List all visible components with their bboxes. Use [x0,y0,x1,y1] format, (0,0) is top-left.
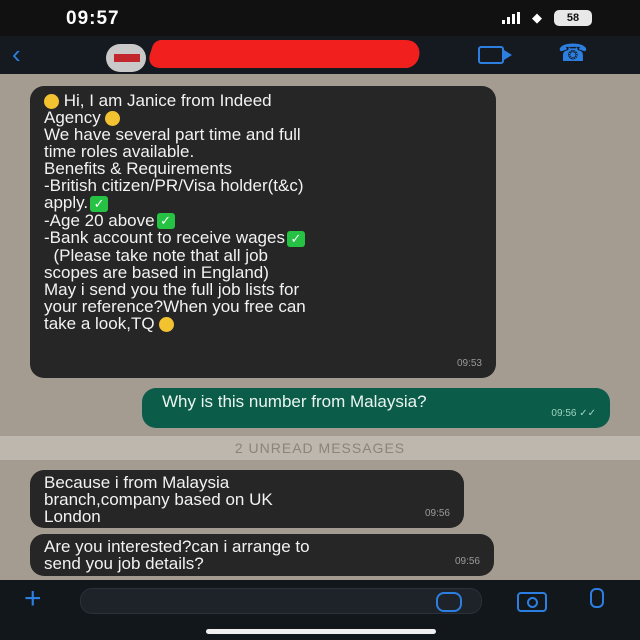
folded-hands-emoji [159,316,175,332]
check-mark-icon: ✓ [286,230,305,247]
smile-emoji [105,111,121,127]
microphone-icon[interactable] [590,588,604,608]
message-input[interactable] [80,588,482,614]
message-text: -Age 20 above [44,210,155,230]
status-icons: ◆ 58 [502,10,592,26]
camera-icon[interactable] [517,592,547,612]
incoming-message[interactable]: Because i from Malaysia branch,company b… [30,470,464,528]
message-text: -Bank account to receive wages [44,228,285,248]
chat-area[interactable]: Hi, I am Janice from Indeed Agency We ha… [0,74,640,580]
check-mark-icon: ✓ [156,213,175,230]
message-timestamp: 09:56 [454,556,480,567]
message-text: London [44,507,101,526]
message-text: Benefits & Requirements [44,159,233,179]
chat-header: ‹ ☎ [0,36,640,74]
unread-messages-banner: 2 UNREAD MESSAGES [0,436,640,460]
message-text: take a look,TQ [44,313,155,333]
incoming-message[interactable]: Are you interested?can i arrange to send… [30,534,494,576]
plus-icon[interactable]: + [24,584,42,614]
message-text: (Please take note that all job [44,245,268,265]
message-timestamp: 09:56 [424,508,450,519]
incoming-message[interactable]: Hi, I am Janice from Indeed Agency We ha… [30,86,496,378]
message-text: time roles available. [44,142,195,162]
battery-icon: 58 [554,10,592,26]
wifi-icon: ◆ [532,10,542,25]
check-mark-icon: ✓ [90,195,109,212]
contact-avatar[interactable] [106,44,146,72]
waving-hand-emoji [44,94,59,110]
message-timestamp: 09:53 [456,358,482,369]
message-text: Because i from Malaysia [44,473,230,492]
message-text: -British citizen/PR/Visa holder(t&c) [44,176,304,196]
status-time: 09:57 [66,8,120,29]
video-call-icon[interactable] [478,46,512,64]
home-indicator[interactable] [206,629,436,634]
back-icon[interactable]: ‹ [12,40,21,68]
message-text: send you job details? [44,554,204,573]
message-text: Why is this number from Malaysia? [162,392,427,411]
message-text: Are you interested?can i arrange to [44,537,310,556]
message-text: May i send you the full job lists for [44,279,300,299]
message-text: We have several part time and full [44,125,301,145]
signal-icon [502,12,520,24]
message-text: branch,company based on UK [44,490,273,509]
message-text: scopes are based in England) [44,262,269,282]
message-text: apply. [44,193,89,213]
message-timestamp: 09:56 ✓✓ [551,408,596,419]
outgoing-message[interactable]: Why is this number from Malaysia? 09:56 … [142,388,610,428]
voice-call-icon[interactable]: ☎ [558,40,588,68]
message-text: your reference?When you free can [44,296,306,316]
sticker-icon[interactable] [436,592,462,612]
status-bar: 09:57 ◆ 58 [0,0,640,36]
read-receipt-icon: ✓✓ [579,408,596,419]
contact-name-redacted[interactable] [145,40,425,68]
